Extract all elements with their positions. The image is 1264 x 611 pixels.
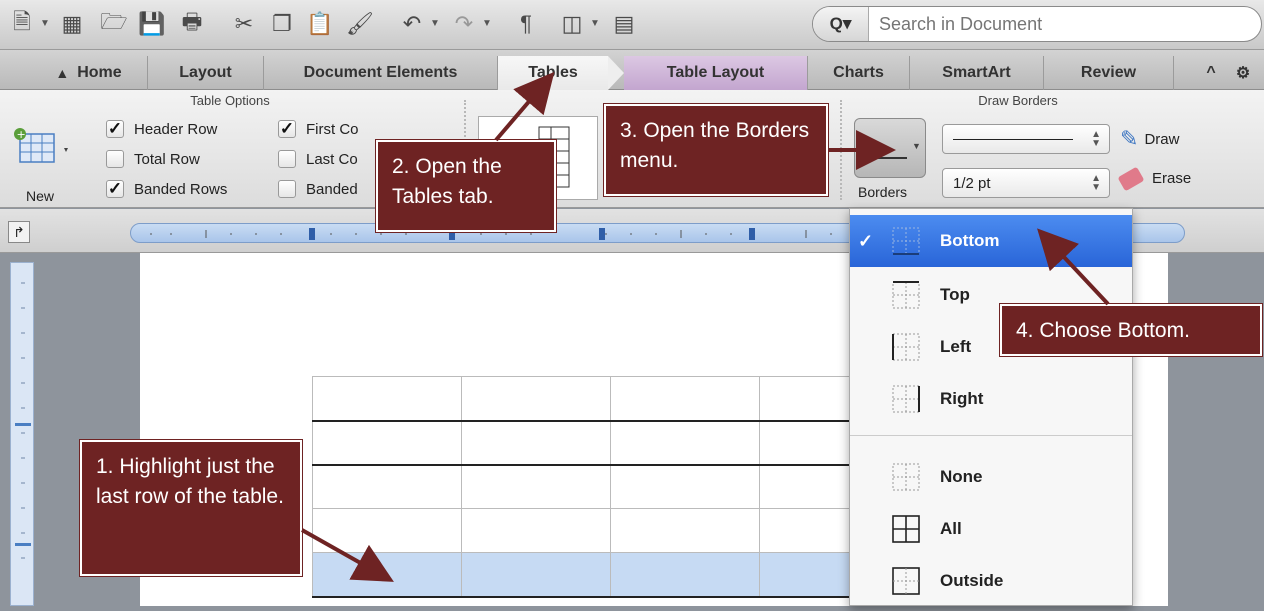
arrow-step-1: [301, 528, 394, 582]
arrow-step-4: [1037, 228, 1110, 306]
annotation-arrows: [301, 71, 1110, 582]
arrow-step-2: [494, 71, 555, 142]
